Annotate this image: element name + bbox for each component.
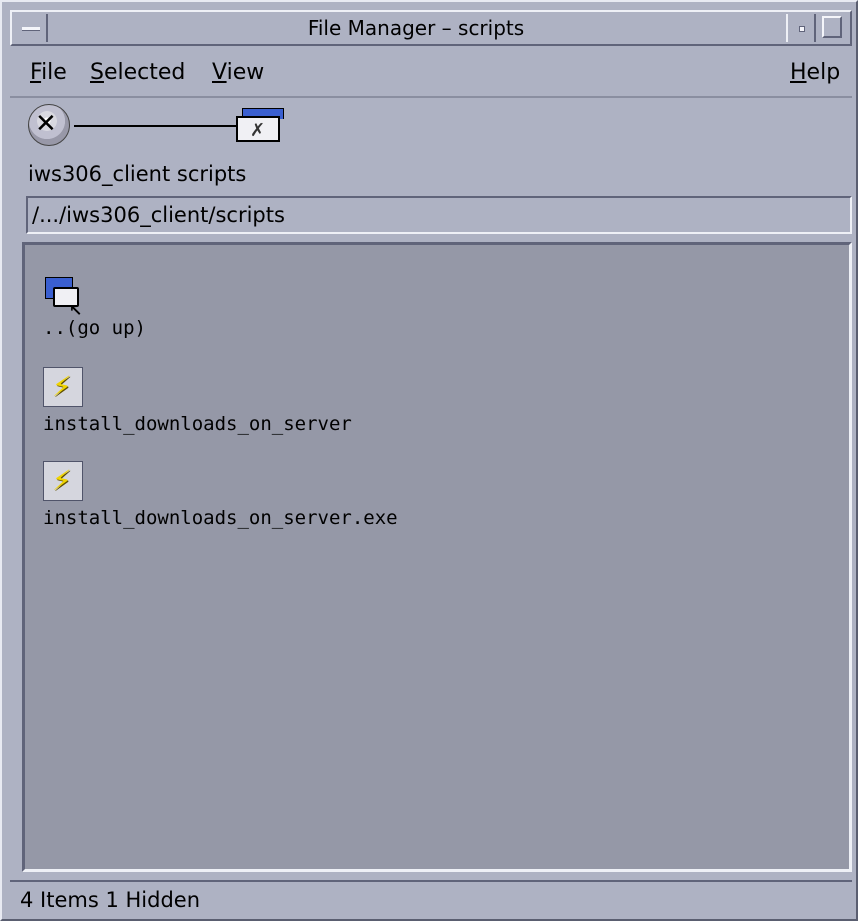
path-icons: ✕ ✗ bbox=[26, 102, 286, 152]
executable-icon: ⚡ bbox=[43, 461, 83, 501]
status-bar: 4 Items 1 Hidden bbox=[10, 880, 852, 916]
file-name: install_downloads_on_server bbox=[43, 413, 352, 435]
maximize-button[interactable] bbox=[818, 14, 848, 42]
cd-icon[interactable]: ✕ bbox=[28, 104, 70, 146]
file-item-go-up[interactable]: ↖ ..(go up) bbox=[43, 275, 146, 339]
minimize-icon bbox=[799, 26, 805, 32]
file-name: ..(go up) bbox=[43, 317, 146, 339]
maximize-icon bbox=[822, 16, 842, 38]
window-menu-button[interactable] bbox=[14, 14, 48, 42]
window-title: File Manager – scripts bbox=[307, 16, 525, 40]
menu-view[interactable]: View bbox=[212, 60, 264, 85]
path-field[interactable]: /.../iws306_client/scripts bbox=[26, 196, 852, 234]
minimize-button[interactable] bbox=[786, 14, 816, 42]
folder-up-icon: ↖ bbox=[43, 275, 82, 320]
menu-file[interactable]: File bbox=[30, 60, 67, 85]
path-connector-line bbox=[74, 125, 239, 127]
file-item-install-downloads[interactable]: ⚡ install_downloads_on_server bbox=[43, 367, 352, 435]
menu-bar: File Selected View Help bbox=[10, 52, 852, 98]
file-manager-window: File Manager – scripts File Selected Vie… bbox=[0, 0, 858, 921]
file-name: install_downloads_on_server.exe bbox=[43, 507, 398, 529]
menu-selected[interactable]: Selected bbox=[90, 60, 185, 85]
menu-help[interactable]: Help bbox=[790, 60, 840, 85]
executable-icon: ⚡ bbox=[43, 367, 83, 407]
file-list-panel[interactable]: ↖ ..(go up) ⚡ install_downloads_on_serve… bbox=[22, 242, 852, 872]
path-label: iws306_client scripts bbox=[28, 162, 247, 186]
file-item-install-downloads-exe[interactable]: ⚡ install_downloads_on_server.exe bbox=[43, 461, 398, 529]
window-menu-icon bbox=[22, 27, 40, 31]
title-bar[interactable]: File Manager – scripts bbox=[10, 10, 852, 46]
folder-tool-icon[interactable]: ✗ bbox=[236, 108, 284, 144]
